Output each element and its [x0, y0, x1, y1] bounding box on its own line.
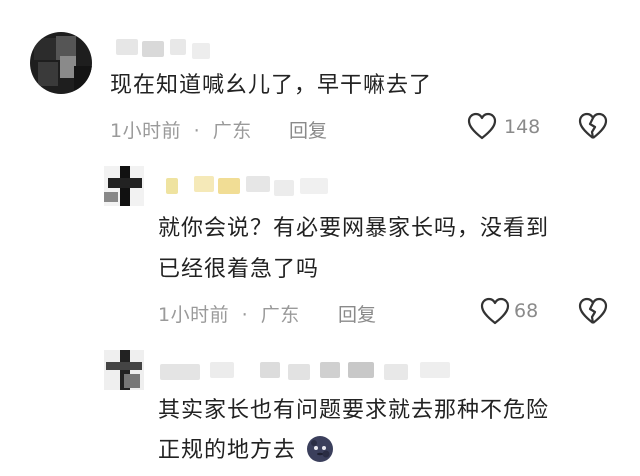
reply-button[interactable]: 回复: [289, 116, 327, 143]
location: 广东: [260, 304, 300, 326]
broken-heart-icon[interactable]: [578, 297, 608, 325]
comment-meta: 1小时前 · 广东: [110, 116, 252, 143]
avatar-pixel: [108, 178, 142, 188]
comment-text-segment: 正规的地方去: [158, 438, 297, 463]
reply-button[interactable]: 回复: [338, 300, 376, 327]
comment-text: 现在知道喊幺儿了，早干嘛去了: [110, 73, 433, 98]
location: 广东: [212, 120, 252, 142]
timestamp: 1小时前: [110, 120, 182, 142]
comment-meta: 1小时前 · 广东: [158, 300, 300, 327]
avatar[interactable]: [104, 350, 144, 390]
avatar-pixel: [106, 362, 142, 370]
avatar-pixel: [38, 62, 58, 86]
avatar-pixel: [34, 38, 56, 60]
heart-outline-icon[interactable]: [480, 297, 510, 325]
like-count: 148: [504, 116, 541, 138]
meta-separator: ·: [193, 120, 201, 142]
avatar[interactable]: [104, 166, 144, 206]
broken-heart-icon[interactable]: [578, 112, 608, 140]
like-count: 68: [514, 300, 539, 322]
comment-text-line: 正规的地方去: [158, 432, 334, 470]
avatar-pixel: [104, 192, 118, 202]
comment-text-line: 已经很着急了吗: [158, 257, 320, 282]
heart-outline-icon[interactable]: [467, 112, 497, 140]
meta-separator: ·: [241, 304, 249, 326]
avatar-pixel: [74, 66, 92, 90]
username-blurred[interactable]: [116, 37, 216, 59]
comment-text-line: 就你会说？有必要网暴家长吗，没看到: [158, 216, 550, 241]
avatar[interactable]: [30, 32, 92, 94]
username-blurred[interactable]: [166, 176, 356, 196]
moon-face-emoji-icon: [306, 435, 334, 463]
comment-text-line: 其实家长也有问题要求就去那种不危险: [158, 398, 550, 423]
timestamp: 1小时前: [158, 304, 230, 326]
username-blurred[interactable]: [160, 360, 460, 380]
avatar-pixel: [124, 374, 140, 388]
